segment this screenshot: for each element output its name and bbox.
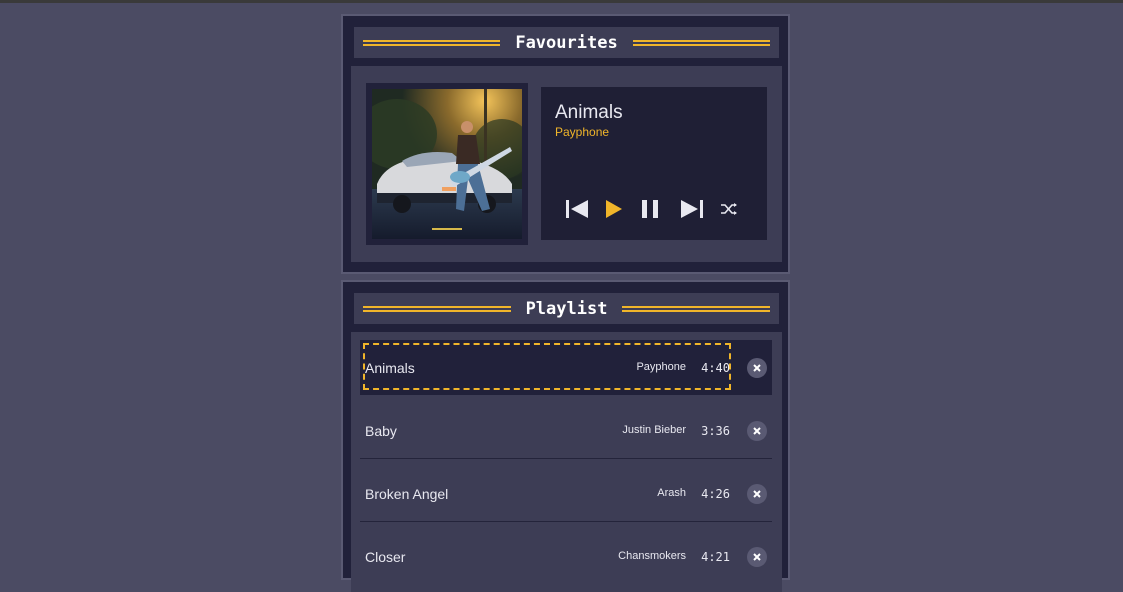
playlist-row[interactable]: Baby Justin Bieber 3:36 <box>360 403 772 459</box>
favourites-title: Favourites <box>515 32 618 53</box>
track-title: Broken Angel <box>365 485 449 502</box>
header-line-right <box>622 305 771 312</box>
playlist-row[interactable]: Closer Chansmokers 4:21 <box>360 529 772 584</box>
header-line-left <box>363 39 501 46</box>
favourites-header: Favourites <box>354 27 779 58</box>
playlist-body: Animals Payphone 4:40 Baby Justin Bieber… <box>351 332 782 592</box>
track-duration: 4:40 <box>701 360 730 375</box>
play-icon <box>606 200 622 218</box>
close-icon <box>753 426 761 435</box>
close-icon <box>753 489 761 498</box>
playlist-title: Playlist <box>525 298 608 319</box>
remove-track-button[interactable] <box>747 420 767 441</box>
shuffle-icon <box>721 203 737 215</box>
previous-button[interactable] <box>563 199 590 219</box>
header-line-right <box>632 39 771 46</box>
now-playing-artist: Payphone <box>555 125 610 139</box>
favourites-body: Animals Payphone <box>351 66 782 262</box>
now-playing-title: Animals <box>555 102 623 123</box>
track-duration: 4:26 <box>701 486 730 501</box>
favourites-panel: Favourites Animals Payphone <box>341 14 790 274</box>
shuffle-button[interactable] <box>719 202 739 216</box>
track-duration: 4:21 <box>701 549 730 564</box>
close-icon <box>753 363 761 372</box>
track-artist: Chansmokers <box>618 550 686 562</box>
header-line-left <box>363 305 511 312</box>
album-cover-frame <box>366 83 528 245</box>
playlist-row[interactable]: Animals Payphone 4:40 <box>360 340 772 395</box>
now-playing-info: Animals Payphone <box>541 87 767 240</box>
top-border <box>0 0 1123 3</box>
player-controls <box>563 199 739 219</box>
close-icon <box>753 552 761 561</box>
track-title: Animals <box>365 359 415 376</box>
previous-icon <box>565 200 588 218</box>
play-button[interactable] <box>604 199 624 219</box>
next-button[interactable] <box>678 199 705 219</box>
remove-track-button[interactable] <box>747 483 767 504</box>
track-artist: Justin Bieber <box>622 424 686 436</box>
album-cover-image <box>372 89 522 239</box>
playlist-row[interactable]: Broken Angel Arash 4:26 <box>360 466 772 522</box>
remove-track-button[interactable] <box>747 357 767 378</box>
track-title: Baby <box>365 422 397 439</box>
pause-button[interactable] <box>640 199 660 219</box>
next-icon <box>680 200 703 218</box>
track-title: Closer <box>365 548 406 565</box>
track-artist: Payphone <box>636 361 686 373</box>
track-artist: Arash <box>657 487 686 499</box>
playlist-panel: Playlist Animals Payphone 4:40 Baby Just… <box>341 280 790 592</box>
pause-icon <box>642 200 658 218</box>
track-duration: 3:36 <box>701 423 730 438</box>
playlist-header: Playlist <box>354 293 779 324</box>
remove-track-button[interactable] <box>747 546 767 567</box>
